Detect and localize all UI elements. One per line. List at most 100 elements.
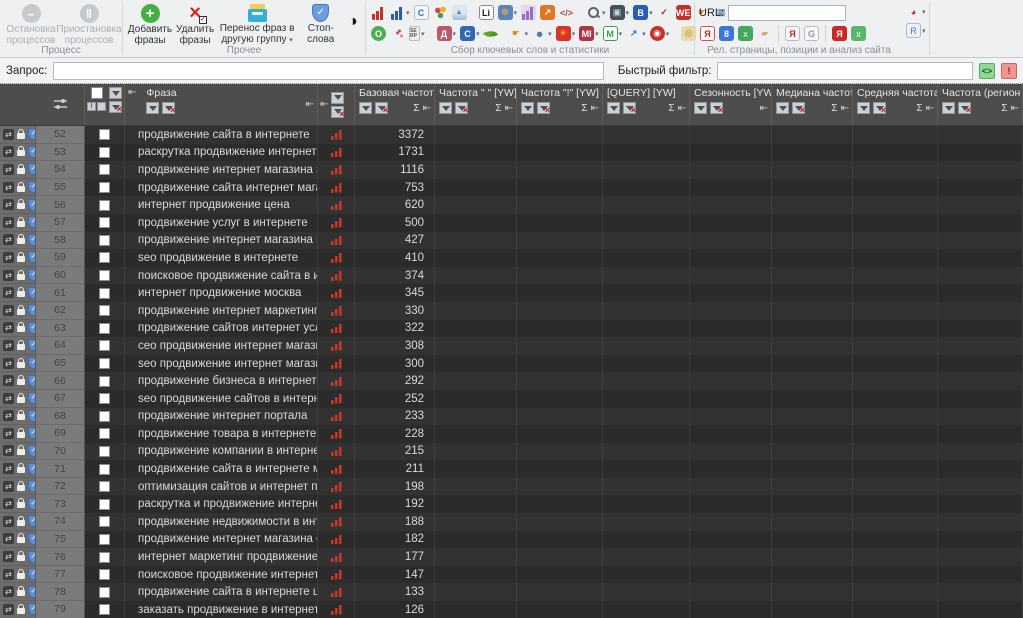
shield-check-icon[interactable]: ✓ [28, 198, 35, 211]
transfer-arrows-icon[interactable]: ⇄ [3, 533, 14, 545]
lock-icon[interactable] [17, 199, 25, 210]
row-checkbox[interactable] [99, 129, 110, 141]
lock-icon[interactable] [17, 322, 25, 333]
lock-icon[interactable] [17, 251, 25, 262]
row-checkbox[interactable] [99, 533, 110, 545]
frequency-chart-icon[interactable] [330, 534, 342, 545]
transfer-arrows-icon[interactable]: ⇄ [3, 216, 14, 228]
filter-edit-icon[interactable] [109, 87, 122, 99]
pin-icon[interactable]: ⇤ [678, 103, 686, 114]
table-row[interactable]: ⇄ ✓ 71 продвижение сайта в интернете мос… [0, 460, 1023, 478]
quick-filter-input[interactable] [717, 61, 973, 80]
shield-check-icon[interactable]: ✓ [28, 128, 35, 141]
shield-check-icon[interactable]: ✓ [28, 269, 35, 282]
frequency-chart-icon[interactable] [330, 147, 342, 158]
filter-edit-icon[interactable] [694, 102, 707, 114]
b-service-icon[interactable]: B ▾ [632, 4, 654, 21]
d-letter-icon[interactable]: Д ▾ [436, 25, 458, 42]
filter-clear-icon[interactable]: × [623, 102, 636, 115]
table-row[interactable]: ⇄ ✓ 57 продвижение услуг в интернете 500 [0, 213, 1023, 232]
google-blue-icon[interactable]: 8 [718, 25, 735, 42]
frequency-chart-icon[interactable] [330, 464, 342, 475]
shield-check-icon[interactable]: ✓ [28, 145, 35, 158]
table-row[interactable]: ⇄ ✓ 76 интернет маркетинг продвижение са… [0, 548, 1023, 566]
shield-check-icon[interactable]: ✓ [28, 427, 35, 440]
transfer-arrows-icon[interactable]: ⇄ [3, 427, 14, 439]
lock-icon[interactable] [17, 410, 25, 421]
lock-icon[interactable] [17, 551, 25, 562]
shield-check-icon[interactable]: ✓ [28, 357, 35, 370]
table-row[interactable]: ⇄ ✓ 73 раскрутка и продвижение интернет … [0, 495, 1023, 514]
shield-check-icon[interactable]: ✓ [28, 603, 35, 616]
table-row[interactable]: ⇄ ✓ 67 seo продвижение сайтов в интернет… [0, 389, 1023, 408]
search-console-icon[interactable]: C [413, 4, 430, 21]
row-checkbox[interactable] [99, 252, 110, 264]
filter-edit-icon[interactable] [857, 102, 870, 114]
row-checkbox[interactable] [99, 287, 110, 299]
shield-check-icon[interactable]: ✓ [28, 233, 35, 246]
table-row[interactable]: ⇄ ✓ 58 продвижение интернет магазина цен… [0, 231, 1023, 250]
screenshot-icon[interactable]: ▣ ▾ [609, 4, 631, 21]
frequency-chart-icon[interactable] [330, 411, 342, 422]
table-row[interactable]: ⇄ ✓ 54 продвижение интернет магазина зак… [0, 161, 1023, 179]
sum-icon[interactable]: Σ [581, 103, 587, 114]
transfer-arrows-icon[interactable]: ⇄ [3, 568, 14, 580]
sum-icon[interactable]: Σ [668, 103, 674, 114]
transfer-arrows-icon[interactable]: ⇄ [3, 322, 14, 334]
table-row[interactable]: ⇄ ✓ 53 раскрутка продвижение интернет 17… [0, 143, 1023, 162]
lock-icon[interactable] [17, 392, 25, 403]
lock-icon[interactable] [17, 586, 25, 597]
filter-edit-icon[interactable] [146, 102, 160, 114]
lock-icon[interactable] [17, 375, 25, 386]
row-checkbox[interactable] [99, 516, 110, 528]
row-checkbox[interactable] [99, 305, 110, 317]
frequency-chart-icon[interactable] [330, 499, 342, 510]
transfer-arrows-icon[interactable]: ⇄ [3, 181, 14, 193]
row-checkbox[interactable] [99, 463, 110, 475]
filter-clear-icon[interactable]: × [331, 105, 345, 118]
lock-icon[interactable] [17, 603, 25, 614]
lock-icon[interactable] [17, 339, 25, 350]
filter-clear-icon[interactable]: × [375, 102, 388, 115]
gear-blue-orange-icon[interactable]: ☸ ▾ [497, 4, 519, 21]
shield-check-icon[interactable]: ✓ [28, 304, 35, 317]
table-row[interactable]: ⇄ ✓ 62 продвижение интернет маркетинг 33… [0, 301, 1023, 320]
search-magnifier-icon[interactable]: ▾ [585, 4, 607, 21]
pin-icon[interactable]: ⇤ [505, 103, 513, 114]
shield-check-icon[interactable]: ✓ [28, 286, 35, 299]
code-icon[interactable]: </> [558, 4, 575, 21]
filter-edit-icon[interactable] [331, 91, 345, 104]
shield-check-icon[interactable]: ✓ [28, 339, 35, 352]
select-all-checkbox[interactable] [90, 87, 103, 99]
frequency-chart-icon[interactable] [330, 340, 342, 351]
alert-filter-button[interactable]: ! [1001, 62, 1017, 79]
frequency-chart-icon[interactable] [330, 235, 342, 246]
google-positions-icon[interactable]: G [803, 25, 820, 42]
sum-icon[interactable]: Σ [495, 103, 501, 114]
phrase-column-label[interactable]: Фраза [140, 87, 176, 102]
row-checkbox[interactable] [99, 569, 110, 581]
table-row[interactable]: ⇄ ✓ 66 продвижение бизнеса в интернете 2… [0, 372, 1023, 390]
row-checkbox[interactable] [99, 604, 110, 616]
frequency-chart-icon[interactable] [330, 323, 342, 334]
target-red-icon[interactable]: ◉ ▾ [649, 25, 671, 42]
trend-orange-icon[interactable]: ↗ [539, 4, 556, 21]
image-icon[interactable]: ▲ [451, 4, 468, 21]
settings-sliders-icon[interactable] [52, 97, 69, 112]
transfer-arrows-icon[interactable]: ⇄ [3, 339, 14, 351]
transfer-arrows-icon[interactable]: ⇄ [3, 251, 14, 263]
table-row[interactable]: ⇄ ✓ 52 продвижение сайта в интернете 337… [0, 126, 1023, 144]
arrow-blue-icon[interactable]: ↗ ▾ [625, 25, 647, 42]
filter-clear-icon[interactable]: × [455, 102, 468, 115]
table-row[interactable]: ⇄ ✓ 78 продвижение сайта в интернете цен… [0, 583, 1023, 602]
table-row[interactable]: ⇄ ✓ 74 продвижение недвижимости в интерн… [0, 513, 1023, 531]
transfer-arrows-icon[interactable]: ⇄ [3, 163, 14, 175]
lock-icon[interactable] [17, 498, 25, 509]
frequency-chart-icon[interactable] [330, 587, 342, 598]
shield-check-icon[interactable]: ✓ [28, 480, 35, 493]
frequency-chart-icon[interactable] [330, 200, 342, 211]
lock-icon[interactable] [17, 515, 25, 526]
sum-icon[interactable]: Σ [413, 103, 419, 114]
frequency-chart-icon[interactable] [330, 182, 342, 193]
lock-icon[interactable] [17, 216, 25, 227]
